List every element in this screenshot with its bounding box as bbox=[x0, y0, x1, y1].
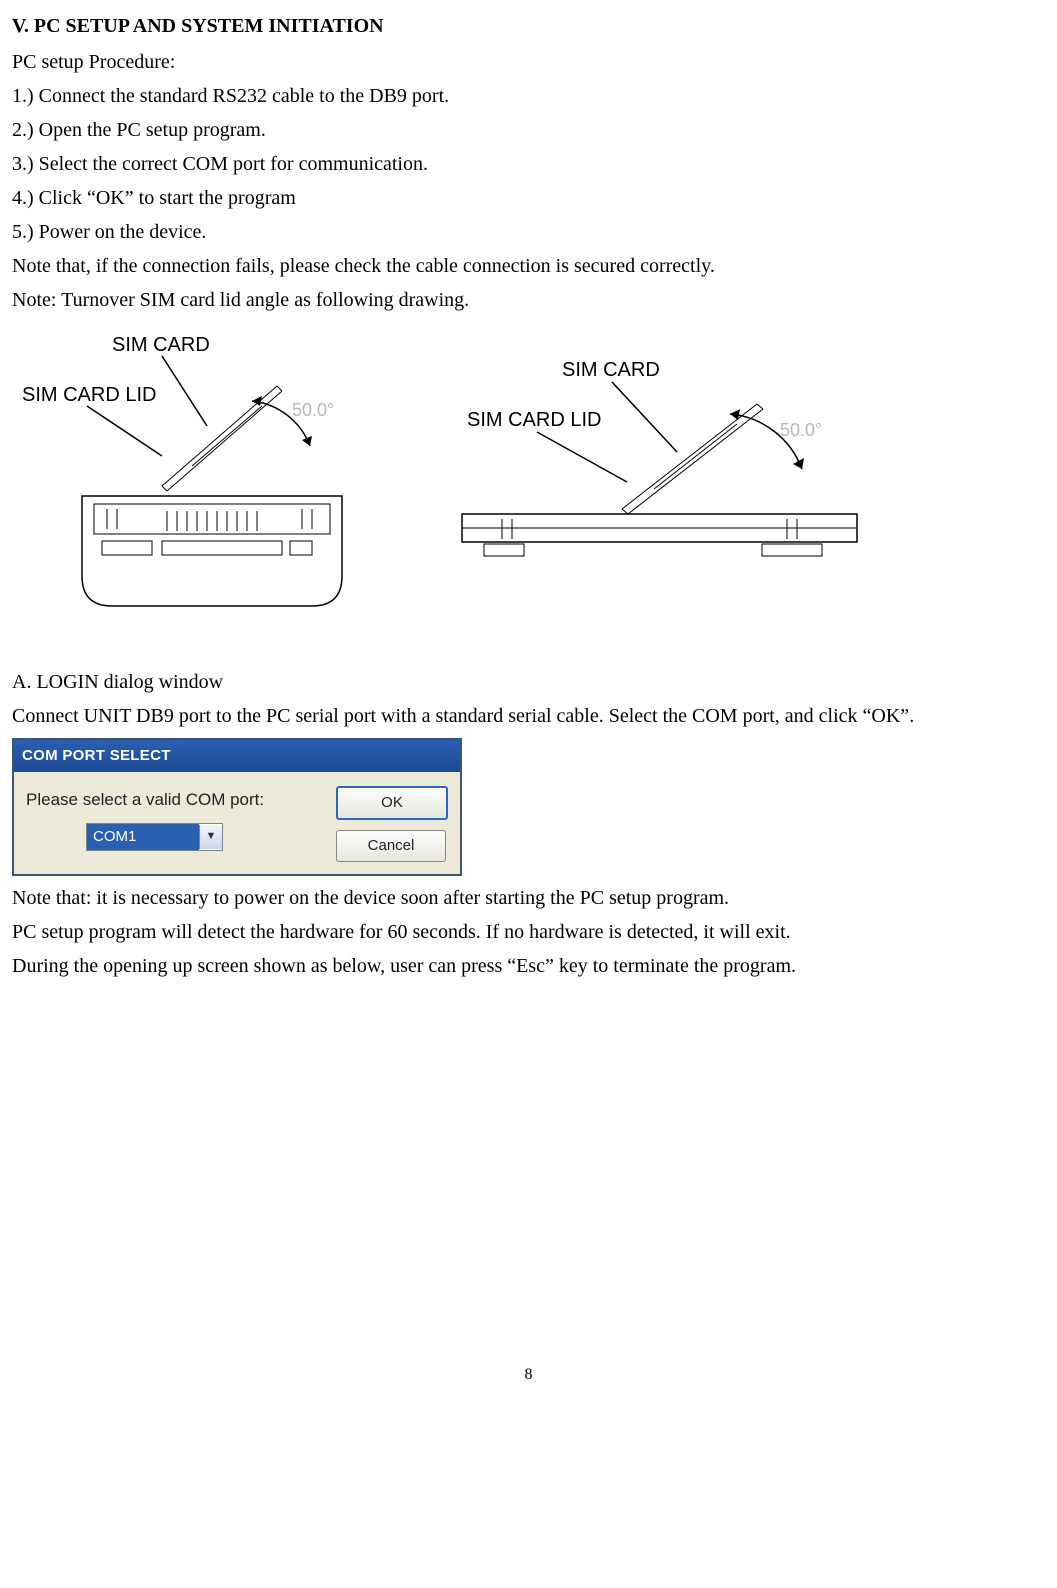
chevron-down-icon[interactable]: ▼ bbox=[199, 825, 222, 849]
sim-diagram-right-svg: SIM CARD SIM CARD LID 50.0° bbox=[432, 354, 872, 584]
com-port-selected-value: COM1 bbox=[87, 824, 199, 850]
step-2: 2.) Open the PC setup program. bbox=[12, 114, 1045, 146]
step-3: 3.) Select the correct COM port for comm… bbox=[12, 148, 1045, 180]
dialog-prompt: Please select a valid COM port: bbox=[26, 786, 318, 813]
dialog-title: COM PORT SELECT bbox=[22, 747, 171, 764]
note-esc-terminate: During the opening up screen shown as be… bbox=[12, 950, 1045, 982]
login-section-text: Connect UNIT DB9 port to the PC serial p… bbox=[12, 700, 1045, 732]
note-turnover-sim: Note: Turnover SIM card lid angle as fol… bbox=[12, 284, 1045, 316]
angle-value: 50.0° bbox=[780, 420, 822, 440]
step-5: 5.) Power on the device. bbox=[12, 216, 1045, 248]
note-power-on: Note that: it is necessary to power on t… bbox=[12, 882, 1045, 914]
ok-button[interactable]: OK bbox=[336, 786, 448, 820]
com-port-select-dialog: COM PORT SELECT Please select a valid CO… bbox=[12, 738, 462, 876]
cancel-button[interactable]: Cancel bbox=[336, 830, 446, 862]
com-port-select[interactable]: COM1 ▼ bbox=[86, 823, 223, 851]
page-number: 8 bbox=[12, 1362, 1045, 1388]
note-detect-hardware: PC setup program will detect the hardwar… bbox=[12, 916, 1045, 948]
dialog-titlebar: COM PORT SELECT bbox=[14, 740, 460, 772]
sim-diagram-left: SIM CARD SIM CARD LID 50.0° bbox=[12, 326, 372, 636]
note-connection-fail: Note that, if the connection fails, plea… bbox=[12, 250, 1045, 282]
sim-diagram-left-svg: SIM CARD SIM CARD LID 50.0° bbox=[12, 326, 372, 636]
procedure-label: PC setup Procedure: bbox=[12, 46, 1045, 78]
label-sim-card-lid: SIM CARD LID bbox=[22, 384, 156, 406]
sim-diagram-right: SIM CARD SIM CARD LID 50.0° bbox=[432, 354, 872, 584]
label-sim-card-lid: SIM CARD LID bbox=[467, 409, 601, 431]
sim-diagrams: SIM CARD SIM CARD LID 50.0° bbox=[12, 326, 1045, 636]
label-sim-card: SIM CARD bbox=[562, 359, 660, 381]
angle-value: 50.0° bbox=[292, 400, 334, 420]
step-1: 1.) Connect the standard RS232 cable to … bbox=[12, 80, 1045, 112]
label-sim-card: SIM CARD bbox=[112, 334, 210, 356]
section-heading: V. PC SETUP AND SYSTEM INITIATION bbox=[12, 10, 1045, 42]
login-section-heading: A. LOGIN dialog window bbox=[12, 666, 1045, 698]
step-4: 4.) Click “OK” to start the program bbox=[12, 182, 1045, 214]
